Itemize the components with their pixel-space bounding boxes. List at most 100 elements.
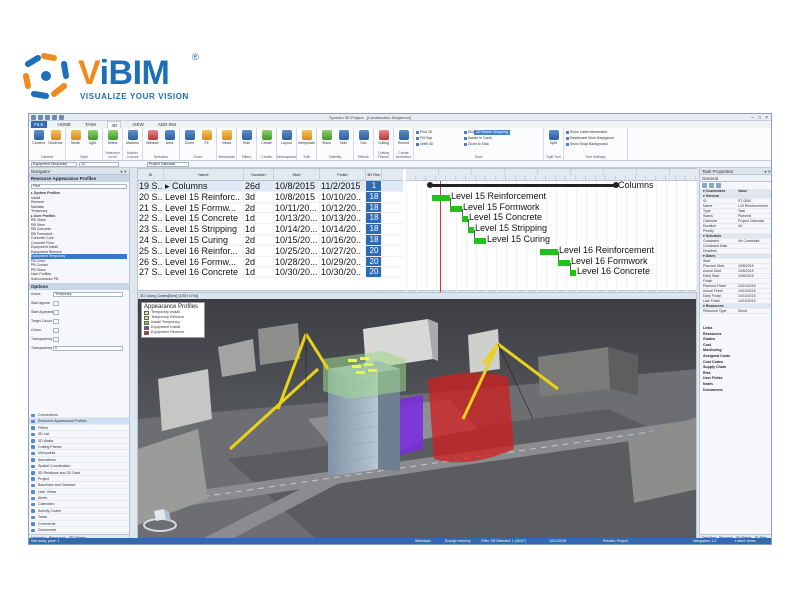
cell-finish: 11/2/2015 [320, 181, 366, 191]
option-field[interactable] [53, 319, 59, 324]
ribbon-item-dashboard-work-backgroun[interactable]: Dashboard Work Backgroun [566, 136, 622, 141]
pin-icon[interactable]: ▾ ✕ [765, 168, 771, 175]
gantt-bar[interactable] [474, 238, 486, 244]
tab-home[interactable]: HOME [55, 121, 75, 128]
equipment-install-volume[interactable] [400, 395, 423, 455]
app-icon[interactable] [31, 115, 36, 120]
col-finish[interactable]: Finish [320, 169, 366, 180]
table-row[interactable]: 26 S.. Level 16 Formw... 2d 10/28/20... 10/… [138, 256, 403, 268]
table-row[interactable]: 21 S.. Level 15 Formw... 2d 10/11/20... 10/… [138, 202, 403, 214]
ribbon-group-style: Mode Light Style [66, 128, 103, 160]
col-id[interactable]: ID [138, 169, 164, 180]
col-3d-res[interactable]: 3D Res [366, 169, 382, 180]
gantt-bar[interactable] [432, 194, 450, 201]
property-key: Duration [703, 224, 717, 228]
window-button[interactable]: Window [145, 130, 160, 145]
undo-icon[interactable] [45, 115, 50, 120]
tab-task[interactable]: TASK [82, 121, 99, 128]
table-row[interactable]: 23 S.. Level 15 Stripping 1d 10/14/20... 10… [138, 224, 403, 235]
tab-3d[interactable]: 3D [107, 121, 122, 128]
option-field[interactable]: Temporary [53, 292, 123, 297]
gantt-chart[interactable]: Columns Level 15 Reinforcement Level 15 Fo… [406, 181, 698, 292]
record-label: Record [397, 141, 410, 145]
zoom-button[interactable]: Zoom [182, 130, 197, 145]
profile-select[interactable]: Equipment Temporary [31, 162, 77, 167]
area-button[interactable]: Area [162, 130, 177, 145]
gantt-summary-bar[interactable] [427, 182, 619, 188]
gantt-bar[interactable] [540, 248, 558, 255]
table-row[interactable]: 22 S.. Level 15 Concrete 1d 10/13/20... 10/… [138, 213, 403, 225]
navigator-search-input[interactable]: Find [31, 184, 127, 189]
gantt-bar[interactable] [570, 270, 576, 277]
category-icon[interactable] [709, 183, 714, 188]
cell-finish: 10/10/20.. [320, 191, 366, 202]
observer-button[interactable]: Observer [48, 130, 63, 145]
property-row[interactable]: Resource Type Direct [700, 309, 771, 314]
sun-button[interactable]: Sun [356, 130, 371, 145]
interpolate-icon [301, 130, 312, 140]
create-button[interactable]: Create [259, 130, 274, 145]
table-row[interactable]: 20 S.. Level 15 Reinforc.. 3d 10/8/2015 10/… [138, 191, 403, 203]
tab-view[interactable]: VIEW [129, 121, 147, 128]
ribbon-item-zoom-to-task[interactable]: Zoom to Task [464, 142, 510, 147]
col-start[interactable]: Start [274, 169, 320, 180]
table-row[interactable]: 25 S.. Level 16 Reinfor... 3d 10/25/20... 1… [138, 245, 403, 257]
cutting-button[interactable]: Cutting [376, 130, 391, 145]
hide-button[interactable]: Hide [336, 130, 351, 145]
tree-item[interactable]: Subcontractor PB [31, 277, 127, 282]
ribbon-item-show-label-intersection[interactable]: Show Label Intersection [566, 130, 622, 135]
show-button[interactable]: Show [319, 130, 334, 145]
split-button[interactable]: Split [546, 130, 561, 145]
property-value [738, 279, 771, 283]
option-row: Target Colour [29, 317, 129, 326]
redo-icon[interactable] [52, 115, 57, 120]
sort-icon[interactable] [702, 183, 707, 188]
option-field[interactable] [53, 310, 59, 315]
table-row[interactable]: 19 S.. ▸ Columns 26d 10/8/2015 11/2/2015 1 [138, 181, 403, 192]
table-row[interactable]: 24 S.. Level 15 Curing 2d 10/15/20... 10/16… [138, 234, 403, 246]
select-button[interactable]: Select [105, 130, 120, 145]
grid-line [656, 181, 657, 292]
markers-button[interactable]: Markers [125, 130, 140, 145]
tab-file[interactable]: FILE [31, 121, 47, 128]
ribbon-item-find-3d[interactable]: Find 3D [416, 130, 462, 135]
ribbon-item-show-snap-background[interactable]: Show Snap Background [566, 142, 622, 147]
col-name[interactable]: Name [164, 169, 244, 180]
option-field[interactable]: 0 [53, 346, 123, 351]
3d-scene[interactable] [138, 299, 697, 540]
3d-view[interactable]: 3D Using Dates[Bed] [1557x794] Appearanc… [137, 292, 697, 540]
calendar-select[interactable]: Project Calendar [147, 162, 189, 167]
interpolate-button[interactable]: Interpolate [298, 130, 315, 145]
dropdown-icon[interactable] [59, 115, 64, 120]
gantt-bar[interactable] [450, 205, 462, 212]
level-select[interactable]: 10 [79, 162, 119, 167]
mode-button[interactable]: Mode [68, 130, 83, 145]
tab-add-ins[interactable]: ADD-INS [155, 121, 180, 128]
col-duration[interactable]: Duration [244, 169, 274, 180]
views-button[interactable]: Views [219, 130, 234, 145]
light-button[interactable]: Light [85, 130, 100, 145]
table-row[interactable]: 27 S.. Level 16 Concrete 1d 10/30/20... 10/… [138, 267, 403, 279]
interpolate-label: Interpolate [298, 141, 315, 145]
fit-label: Fit [204, 141, 209, 145]
pin-icon[interactable]: ▾ ✕ [121, 168, 127, 175]
equipment-remove-volume[interactable] [428, 372, 514, 463]
hide-button[interactable]: Hide [239, 130, 254, 145]
option-field[interactable] [53, 328, 59, 333]
cell-name: Level 15 Stripping [164, 224, 244, 234]
properties-section-documents[interactable]: Documents [703, 388, 771, 394]
ribbon-item-unfill-3d[interactable]: Unfill 3D [416, 142, 462, 147]
record-button[interactable]: Record [396, 130, 411, 145]
filter-icon[interactable] [716, 183, 721, 188]
ribbon-item-fill-gap[interactable]: Fill Gap [416, 136, 462, 141]
layout-button[interactable]: Layout [279, 130, 294, 145]
option-field[interactable] [53, 301, 59, 306]
gantt-bar[interactable] [558, 259, 570, 266]
option-field[interactable] [53, 337, 59, 342]
mode-icon [70, 130, 81, 140]
save-icon[interactable] [38, 115, 43, 120]
resize-snapping-button[interactable]: 3D Resize Snapping [474, 130, 510, 135]
ribbon-item-isolate-in-gantt[interactable]: Isolate in Gantt [464, 136, 510, 141]
fit-button[interactable]: Fit [199, 130, 214, 145]
camera-button[interactable]: Camera [31, 130, 46, 145]
